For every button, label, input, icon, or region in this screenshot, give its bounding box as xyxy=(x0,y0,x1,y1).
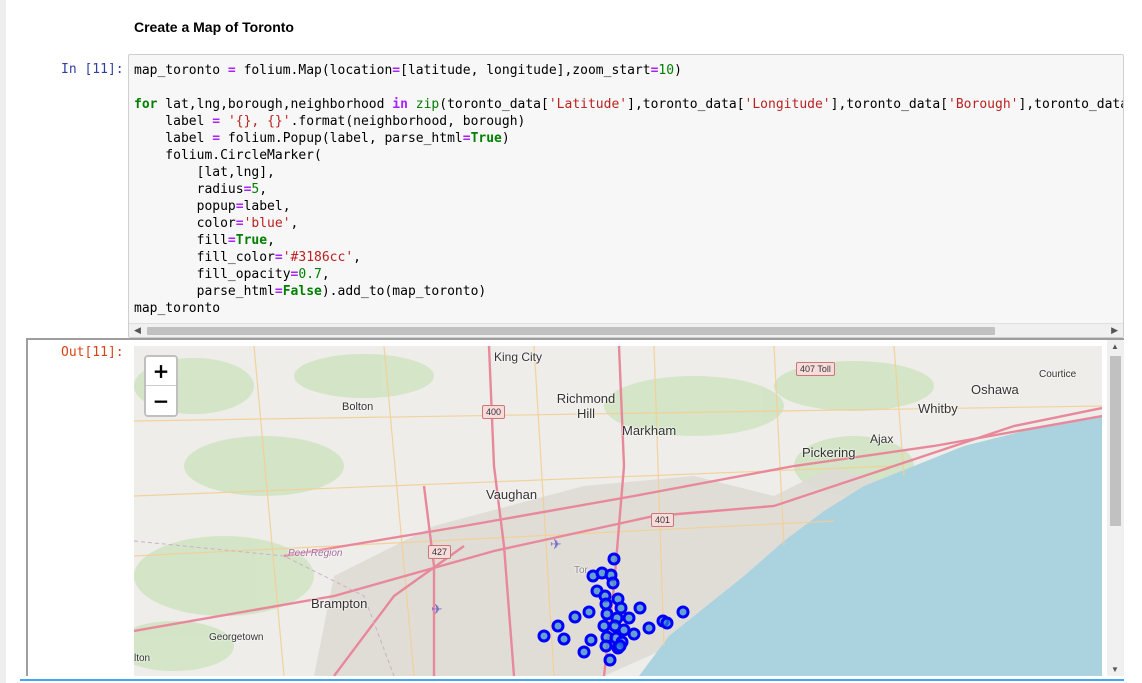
code-line-15: map_toronto xyxy=(134,301,221,316)
zoom-out-button[interactable]: − xyxy=(146,386,176,415)
circle-marker[interactable] xyxy=(577,645,591,659)
code-editor[interactable]: map_toronto = folium.Map(location=[latit… xyxy=(134,62,1123,317)
map-label-richmond-hill: Richmond Hill xyxy=(556,391,616,421)
highway-shield-401: 401 xyxy=(651,513,675,527)
code-cell[interactable]: map_toronto = folium.Map(location=[latit… xyxy=(128,54,1124,338)
circle-marker[interactable] xyxy=(676,605,690,619)
output-vertical-scrollbar[interactable]: ▲ ▼ xyxy=(1107,340,1124,676)
map-label-king-city: King City xyxy=(494,350,543,364)
circle-marker[interactable] xyxy=(599,597,613,611)
highway-shield-427: 427 xyxy=(428,545,452,559)
code-line-7: [lat,lng], xyxy=(134,165,275,180)
circle-marker[interactable] xyxy=(614,601,628,615)
circle-marker[interactable] xyxy=(597,619,611,633)
map-label-peel-region: Peel Region xyxy=(288,548,343,559)
output-scroll-thumb[interactable] xyxy=(1110,356,1121,526)
circle-marker[interactable] xyxy=(607,552,621,566)
map-label-pickering: Pickering xyxy=(802,445,856,460)
circle-marker[interactable] xyxy=(660,616,674,630)
code-horizontal-scrollbar[interactable]: ◀ ▶ xyxy=(129,323,1123,337)
circle-marker[interactable] xyxy=(584,633,598,647)
circle-marker[interactable] xyxy=(568,610,582,624)
code-line-6: folium.CircleMarker( xyxy=(134,148,322,163)
highway-shield-400: 400 xyxy=(482,405,506,419)
left-margin-rule xyxy=(0,0,6,683)
circle-marker[interactable] xyxy=(622,611,636,625)
circle-marker[interactable] xyxy=(627,627,641,641)
code-line-4: label = '{}, {}'.format(neighborhood, bo… xyxy=(134,114,526,129)
code-line-12: fill_color='#3186cc', xyxy=(134,250,361,265)
zoom-control: + − xyxy=(144,355,178,417)
map-label-brampton: Brampton xyxy=(311,596,368,611)
code-line-13: fill_opacity=0.7, xyxy=(134,267,330,282)
highway-shield-407: 407 Toll xyxy=(796,362,835,376)
circle-marker[interactable] xyxy=(582,605,596,619)
code-line-1: map_toronto = folium.Map(location=[latit… xyxy=(134,63,682,78)
circle-marker[interactable] xyxy=(606,576,620,590)
zoom-in-button[interactable]: + xyxy=(146,357,176,386)
code-scroll-thumb[interactable] xyxy=(147,327,995,335)
circle-marker[interactable] xyxy=(600,607,614,621)
code-line-14: parse_html=False).add_to(map_toronto) xyxy=(134,284,487,299)
code-line-8: radius=5, xyxy=(134,182,268,197)
map-label-ajax: Ajax xyxy=(870,432,894,446)
code-line-11: fill=True, xyxy=(134,233,275,248)
code-line-10: color='blue', xyxy=(134,216,299,231)
map-label-toronto: Tor xyxy=(574,565,588,576)
map-label-milton: lton xyxy=(134,653,151,664)
circle-marker[interactable] xyxy=(613,639,627,653)
scroll-up-arrow-icon[interactable]: ▲ xyxy=(1111,342,1119,351)
code-line-3: for lat,lng,borough,neighborhood in zip(… xyxy=(134,97,1123,112)
map-label-georgetown: Georgetown xyxy=(209,632,264,643)
map-label-whitby: Whitby xyxy=(918,401,958,416)
code-line-5: label = folium.Popup(label, parse_html=T… xyxy=(134,131,510,146)
map-label-markham: Markham xyxy=(622,423,677,438)
circle-marker[interactable] xyxy=(537,629,551,643)
map-label-bolton: Bolton xyxy=(342,401,374,413)
cell-selection-indicator xyxy=(20,679,1124,681)
scroll-down-arrow-icon[interactable]: ▼ xyxy=(1111,665,1119,674)
input-prompt: In [11]: xyxy=(61,62,124,77)
map-label-courtice: Courtice xyxy=(1039,369,1077,380)
circle-marker[interactable] xyxy=(603,653,617,667)
circle-marker[interactable] xyxy=(642,621,656,635)
map-label-oshawa: Oshawa xyxy=(971,382,1019,397)
markdown-heading: Create a Map of Toronto xyxy=(134,19,294,35)
circle-marker[interactable] xyxy=(599,639,613,653)
scroll-left-arrow-icon[interactable]: ◀ xyxy=(134,325,141,336)
airport-icon: ✈ xyxy=(431,601,443,617)
circle-marker[interactable] xyxy=(557,632,571,646)
map-label-vaughan: Vaughan xyxy=(486,487,538,502)
leaflet-map[interactable]: + − King City Bolton Richmond Hill Markh… xyxy=(134,346,1102,676)
airport-icon: ✈ xyxy=(550,536,562,552)
circle-marker[interactable] xyxy=(551,619,565,633)
code-line-9: popup=label, xyxy=(134,199,291,214)
circle-marker[interactable] xyxy=(633,601,647,615)
scroll-right-arrow-icon[interactable]: ▶ xyxy=(1111,325,1118,336)
